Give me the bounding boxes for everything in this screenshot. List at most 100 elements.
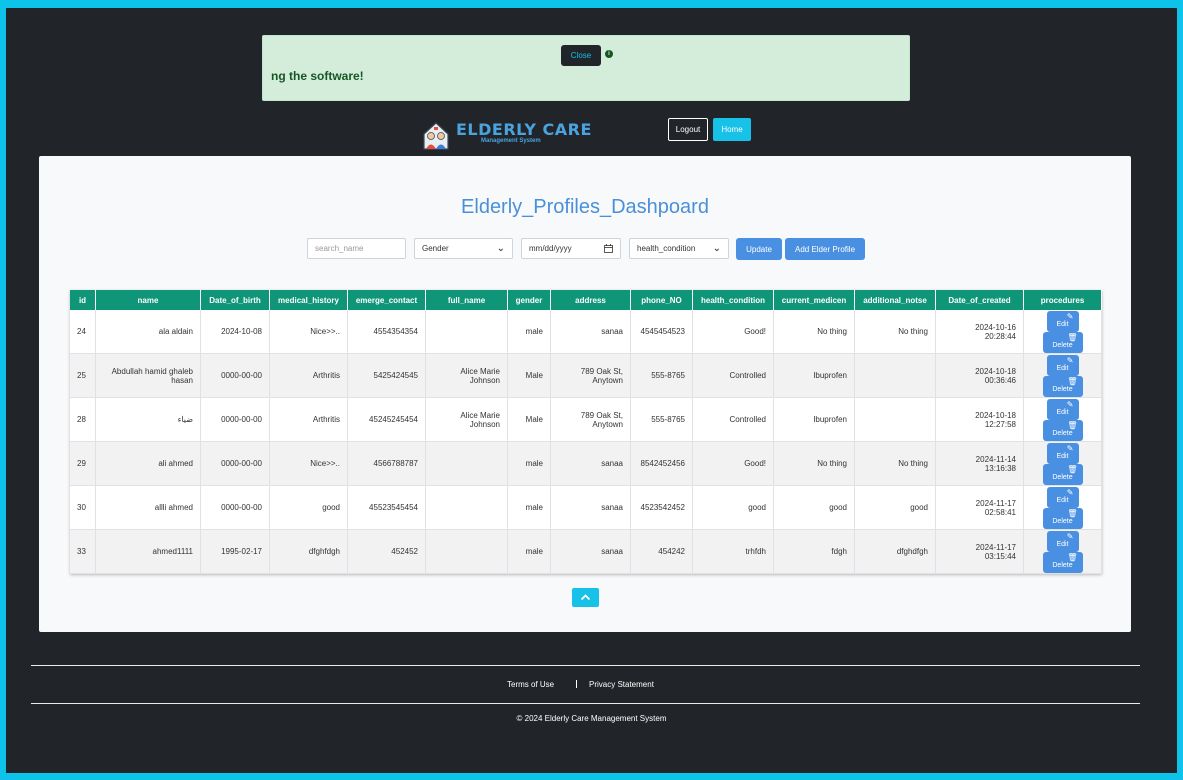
created-time: 13:16:38 [984,463,1016,473]
edit-button[interactable]: ✎ Edit [1046,310,1079,332]
column-header[interactable]: Date_of_created [935,290,1024,310]
table-cell-full-name [425,310,508,354]
table-cell-procedures: ✎ Edit 🗑 Delete [1023,441,1102,486]
created-date: 2024-11-17 [975,498,1016,508]
delete-button[interactable]: 🗑 Delete [1042,419,1083,441]
created-time: 02:58:41 [984,507,1016,517]
delete-button[interactable]: 🗑 Delete [1042,551,1083,573]
table-cell-procedures: ✎ Edit 🗑 Delete [1023,529,1102,574]
table-cell-name: ala aldain [95,310,201,354]
table-cell-health: good [692,485,774,530]
table-cell-contact: 5425424545 [347,353,426,398]
table-row: 25 Abdullah hamid ghaleb hasan 0000-00-00 A… [70,353,1102,398]
table-row: 33 ahmed1111 1995-02-17 dfghfdgh 452452 male s… [70,529,1102,574]
brand-logo[interactable]: ELDERLY CARE Management System [422,120,591,150]
elderly-couple-house-icon [423,122,449,150]
table-cell-full-name: Alice Marie Johnson [425,353,508,398]
trash-icon: 🗑 [1067,464,1078,474]
table-cell-name: ahmed1111 [95,529,201,574]
delete-button[interactable]: 🗑 Delete [1042,507,1083,529]
update-button[interactable]: Update [736,238,782,260]
edit-label: Edit [1056,408,1069,416]
health-condition-select[interactable]: health_condition ⌄ [629,238,729,259]
home-button[interactable]: Home [713,118,751,141]
table-cell-dob: 2024-10-08 [200,310,270,354]
table-cell-id: 24 [70,310,96,354]
delete-button[interactable]: 🗑 Delete [1042,375,1083,397]
table-cell-health: Good! [692,310,774,354]
trash-icon: 🗑 [1067,420,1078,430]
table-cell-full-name [425,529,508,574]
edit-icon: ✎ [1066,487,1074,497]
delete-button[interactable]: 🗑 Delete [1042,463,1083,485]
column-header[interactable]: address [550,290,631,310]
trash-icon: 🗑 [1067,508,1078,518]
trash-icon: 🗑 [1067,332,1078,342]
column-header[interactable]: medical_history [269,290,348,310]
brand-subtitle: Management System [481,138,541,144]
table-cell-id: 29 [70,441,96,486]
table-cell-procedures: ✎ Edit 🗑 Delete [1023,353,1102,398]
table-cell-created: 2024-11-17 02:58:41 [935,485,1024,530]
table-cell-phone: 4545454523 [630,310,693,354]
table-cell-address: sanaa [550,529,631,574]
table-cell-gender: male [507,485,551,530]
chevron-up-icon [580,594,591,601]
table-cell-gender: Male [507,353,551,398]
edit-button[interactable]: ✎ Edit [1046,398,1079,420]
column-header[interactable]: phone_NO [630,290,693,310]
table-cell-full-name: Alice Marie Johnson [425,397,508,442]
table-cell-medical: Arthritis [269,353,348,398]
table-cell-medical: dfghfdgh [269,529,348,574]
column-header[interactable]: id [70,290,96,310]
delete-label: Delete [1052,561,1073,569]
created-time: 12:27:58 [984,419,1016,429]
date-input[interactable]: mm/dd/yyyy [521,238,621,259]
column-header[interactable]: emerge_contact [347,290,426,310]
terms-of-use-link[interactable]: Terms of Use [507,680,554,689]
table-cell-medical: Arthritis [269,397,348,442]
table-cell-contact: 4566788787 [347,441,426,486]
column-header[interactable]: additional_notse [854,290,936,310]
delete-label: Delete [1052,429,1073,437]
table-cell-gender: male [507,529,551,574]
column-header[interactable]: current_medicen [773,290,855,310]
scroll-to-top-button[interactable] [572,588,599,607]
table-cell-contact: 45523545454 [347,485,426,530]
table-cell-full-name [425,485,508,530]
edit-button[interactable]: ✎ Edit [1046,486,1079,508]
brand-title: ELDERLY CARE [456,120,592,139]
table-row: 28 ضياء 0000-00-00 Arthritis 45245245454 Alic… [70,397,1102,442]
footer-separator [576,680,577,688]
delete-label: Delete [1052,341,1073,349]
edit-button[interactable]: ✎ Edit [1046,442,1079,464]
delete-button[interactable]: 🗑 Delete [1042,331,1083,353]
table-cell-gender: male [507,441,551,486]
table-cell-id: 30 [70,485,96,530]
table-cell-address: 789 Oak St, Anytown [550,353,631,398]
edit-icon: ✎ [1066,443,1074,453]
table-row: 24 ala aldain 2024-10-08 Nice>>.. 4554354354… [70,310,1102,354]
edit-label: Edit [1056,364,1069,372]
table-cell-address: sanaa [550,485,631,530]
column-header[interactable]: name [95,290,201,310]
column-header[interactable]: health_condition [692,290,774,310]
created-date: 2024-11-14 [975,454,1016,464]
column-header[interactable]: full_name [425,290,508,310]
logout-button[interactable]: Logout [668,118,708,141]
table-row: 29 ali ahmed 0000-00-00 Nice>>.. 4566788787 m… [70,441,1102,486]
close-alert-button[interactable]: Close [561,45,601,66]
table-body: 24 ala aldain 2024-10-08 Nice>>.. 4554354354… [70,310,1102,574]
table-cell-medicine: Ibuprofen [773,353,855,398]
add-elder-profile-button[interactable]: Add Elder Profile [785,238,865,260]
edit-button[interactable]: ✎ Edit [1046,354,1079,376]
copyright-text: © 2024 Elderly Care Management System [516,714,667,723]
table-cell-medicine: No thing [773,441,855,486]
column-header[interactable]: gender [507,290,551,310]
gender-select[interactable]: Gender ⌄ [414,238,513,259]
edit-label: Edit [1056,452,1069,460]
search-input[interactable]: search_name [307,238,406,259]
privacy-statement-link[interactable]: Privacy Statement [589,680,654,689]
column-header[interactable]: Date_of_birth [200,290,270,310]
edit-button[interactable]: ✎ Edit [1046,530,1079,552]
